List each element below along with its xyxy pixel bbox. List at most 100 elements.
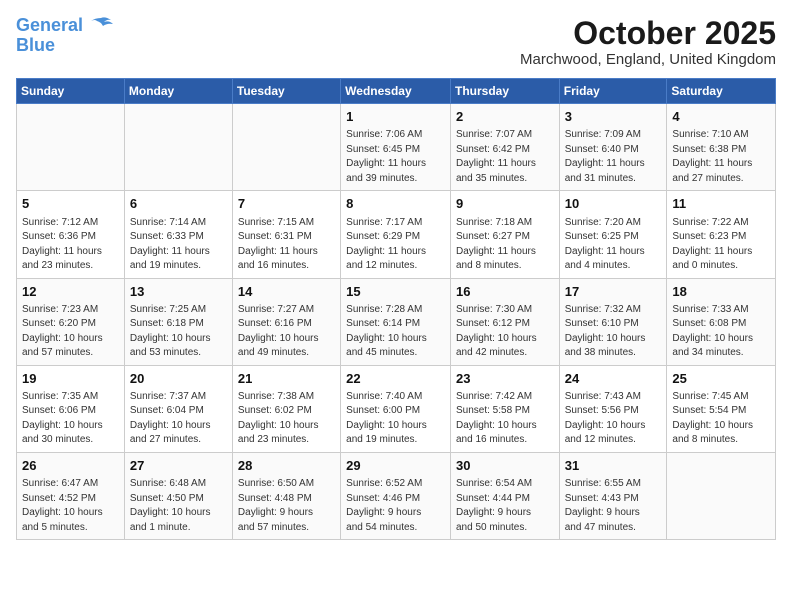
day-info: Sunrise: 7:15 AMSunset: 6:31 PMDaylight:… bbox=[238, 216, 335, 274]
calendar-cell: 4 Sunrise: 7:10 AMSunset: 6:38 PMDaylight… bbox=[667, 104, 776, 191]
calendar-cell: 18 Sunrise: 7:33 AMSunset: 6:08 PMDayligh… bbox=[667, 278, 776, 365]
day-info: Sunrise: 6:52 AMSunset: 4:46 PMDaylight:… bbox=[346, 477, 445, 535]
day-number: 5 bbox=[22, 195, 119, 213]
calendar-week-2: 5 Sunrise: 7:12 AMSunset: 6:36 PMDaylight… bbox=[17, 191, 776, 278]
day-number: 18 bbox=[672, 283, 770, 301]
calendar-week-5: 26Sunrise: 6:47 AMSunset: 4:52 PMDayligh… bbox=[17, 452, 776, 539]
day-info: Sunrise: 7:22 AMSunset: 6:23 PMDaylight:… bbox=[672, 216, 770, 274]
calendar-cell: 14 Sunrise: 7:27 AMSunset: 6:16 PMDayligh… bbox=[232, 278, 340, 365]
day-number: 28 bbox=[238, 457, 335, 475]
calendar-cell: 6Sunrise: 7:14 AMSunset: 6:33 PMDaylight… bbox=[124, 191, 232, 278]
day-number: 22 bbox=[346, 370, 445, 388]
day-info: Sunrise: 7:06 AMSunset: 6:45 PMDaylight:… bbox=[346, 128, 445, 186]
weekday-header-tuesday: Tuesday bbox=[232, 79, 340, 104]
calendar-cell: 29 Sunrise: 6:52 AMSunset: 4:46 PMDayligh… bbox=[341, 452, 451, 539]
location: Marchwood, England, United Kingdom bbox=[520, 51, 776, 68]
calendar-cell: 24 Sunrise: 7:43 AMSunset: 5:56 PMDayligh… bbox=[559, 365, 667, 452]
day-info: Sunrise: 6:47 AMSunset: 4:52 PMDaylight:… bbox=[22, 477, 119, 535]
calendar-cell: 31 Sunrise: 6:55 AMSunset: 4:43 PMDayligh… bbox=[559, 452, 667, 539]
calendar-cell: 30 Sunrise: 6:54 AMSunset: 4:44 PMDayligh… bbox=[450, 452, 559, 539]
day-number: 12 bbox=[22, 283, 119, 301]
day-number: 23 bbox=[456, 370, 554, 388]
calendar-cell: 15 Sunrise: 7:28 AMSunset: 6:14 PMDayligh… bbox=[341, 278, 451, 365]
day-info: Sunrise: 6:50 AMSunset: 4:48 PMDaylight:… bbox=[238, 477, 335, 535]
day-info: Sunrise: 6:54 AMSunset: 4:44 PMDaylight:… bbox=[456, 477, 554, 535]
day-info: Sunrise: 7:33 AMSunset: 6:08 PMDaylight:… bbox=[672, 303, 770, 361]
calendar-cell: 21 Sunrise: 7:38 AMSunset: 6:02 PMDayligh… bbox=[232, 365, 340, 452]
calendar-cell: 11 Sunrise: 7:22 AMSunset: 6:23 PMDayligh… bbox=[667, 191, 776, 278]
day-info: Sunrise: 7:20 AMSunset: 6:25 PMDaylight:… bbox=[565, 216, 662, 274]
day-info: Sunrise: 7:09 AMSunset: 6:40 PMDaylight:… bbox=[565, 128, 662, 186]
day-number: 1 bbox=[346, 108, 445, 126]
page: General Blue October 2025 Marchwood, Eng… bbox=[0, 0, 792, 612]
day-number: 24 bbox=[565, 370, 662, 388]
day-number: 2 bbox=[456, 108, 554, 126]
day-info: Sunrise: 7:27 AMSunset: 6:16 PMDaylight:… bbox=[238, 303, 335, 361]
calendar-cell: 10 Sunrise: 7:20 AMSunset: 6:25 PMDayligh… bbox=[559, 191, 667, 278]
calendar-cell: 7 Sunrise: 7:15 AMSunset: 6:31 PMDaylight… bbox=[232, 191, 340, 278]
calendar-cell: 22 Sunrise: 7:40 AMSunset: 6:00 PMDayligh… bbox=[341, 365, 451, 452]
month-title: October 2025 bbox=[520, 16, 776, 51]
day-info: Sunrise: 7:38 AMSunset: 6:02 PMDaylight:… bbox=[238, 390, 335, 448]
logo: General Blue bbox=[16, 16, 115, 56]
calendar-cell: 2 Sunrise: 7:07 AMSunset: 6:42 PMDaylight… bbox=[450, 104, 559, 191]
day-info: Sunrise: 7:12 AMSunset: 6:36 PMDaylight:… bbox=[22, 216, 119, 274]
day-number: 25 bbox=[672, 370, 770, 388]
day-number: 11 bbox=[672, 195, 770, 213]
day-number: 16 bbox=[456, 283, 554, 301]
day-info: Sunrise: 7:28 AMSunset: 6:14 PMDaylight:… bbox=[346, 303, 445, 361]
calendar-cell: 28 Sunrise: 6:50 AMSunset: 4:48 PMDayligh… bbox=[232, 452, 340, 539]
calendar-cell: 20Sunrise: 7:37 AMSunset: 6:04 PMDayligh… bbox=[124, 365, 232, 452]
logo-blue: Blue bbox=[16, 35, 55, 55]
calendar-cell: 3Sunrise: 7:09 AMSunset: 6:40 PMDaylight… bbox=[559, 104, 667, 191]
calendar-cell bbox=[667, 452, 776, 539]
calendar-cell: 16Sunrise: 7:30 AMSunset: 6:12 PMDayligh… bbox=[450, 278, 559, 365]
day-number: 9 bbox=[456, 195, 554, 213]
weekday-header-sunday: Sunday bbox=[17, 79, 125, 104]
day-info: Sunrise: 7:45 AMSunset: 5:54 PMDaylight:… bbox=[672, 390, 770, 448]
day-info: Sunrise: 7:10 AMSunset: 6:38 PMDaylight:… bbox=[672, 128, 770, 186]
calendar-cell bbox=[17, 104, 125, 191]
calendar-cell: 12 Sunrise: 7:23 AMSunset: 6:20 PMDayligh… bbox=[17, 278, 125, 365]
day-info: Sunrise: 7:07 AMSunset: 6:42 PMDaylight:… bbox=[456, 128, 554, 186]
day-number: 30 bbox=[456, 457, 554, 475]
day-number: 27 bbox=[130, 457, 227, 475]
day-info: Sunrise: 6:55 AMSunset: 4:43 PMDaylight:… bbox=[565, 477, 662, 535]
day-info: Sunrise: 7:18 AMSunset: 6:27 PMDaylight:… bbox=[456, 216, 554, 274]
day-info: Sunrise: 7:42 AMSunset: 5:58 PMDaylight:… bbox=[456, 390, 554, 448]
day-number: 15 bbox=[346, 283, 445, 301]
calendar-cell: 26Sunrise: 6:47 AMSunset: 4:52 PMDayligh… bbox=[17, 452, 125, 539]
day-number: 21 bbox=[238, 370, 335, 388]
calendar-week-4: 19 Sunrise: 7:35 AMSunset: 6:06 PMDayligh… bbox=[17, 365, 776, 452]
calendar-cell: 5 Sunrise: 7:12 AMSunset: 6:36 PMDaylight… bbox=[17, 191, 125, 278]
day-number: 31 bbox=[565, 457, 662, 475]
calendar-cell: 17Sunrise: 7:32 AMSunset: 6:10 PMDayligh… bbox=[559, 278, 667, 365]
logo-bird-icon bbox=[87, 16, 115, 38]
calendar-cell: 27Sunrise: 6:48 AMSunset: 4:50 PMDayligh… bbox=[124, 452, 232, 539]
day-info: Sunrise: 7:25 AMSunset: 6:18 PMDaylight:… bbox=[130, 303, 227, 361]
day-info: Sunrise: 7:35 AMSunset: 6:06 PMDaylight:… bbox=[22, 390, 119, 448]
calendar-cell: 25 Sunrise: 7:45 AMSunset: 5:54 PMDayligh… bbox=[667, 365, 776, 452]
header: General Blue October 2025 Marchwood, Eng… bbox=[16, 16, 776, 68]
title-block: October 2025 Marchwood, England, United … bbox=[520, 16, 776, 68]
day-number: 7 bbox=[238, 195, 335, 213]
logo-general: General bbox=[16, 15, 83, 35]
weekday-header-thursday: Thursday bbox=[450, 79, 559, 104]
day-info: Sunrise: 7:14 AMSunset: 6:33 PMDaylight:… bbox=[130, 216, 227, 274]
calendar-cell: 1 Sunrise: 7:06 AMSunset: 6:45 PMDaylight… bbox=[341, 104, 451, 191]
day-number: 19 bbox=[22, 370, 119, 388]
calendar-cell: 23 Sunrise: 7:42 AMSunset: 5:58 PMDayligh… bbox=[450, 365, 559, 452]
calendar-week-3: 12 Sunrise: 7:23 AMSunset: 6:20 PMDayligh… bbox=[17, 278, 776, 365]
day-info: Sunrise: 7:23 AMSunset: 6:20 PMDaylight:… bbox=[22, 303, 119, 361]
day-number: 4 bbox=[672, 108, 770, 126]
day-number: 10 bbox=[565, 195, 662, 213]
calendar-cell: 8Sunrise: 7:17 AMSunset: 6:29 PMDaylight… bbox=[341, 191, 451, 278]
weekday-header-row: SundayMondayTuesdayWednesdayThursdayFrid… bbox=[17, 79, 776, 104]
weekday-header-saturday: Saturday bbox=[667, 79, 776, 104]
day-info: Sunrise: 7:17 AMSunset: 6:29 PMDaylight:… bbox=[346, 216, 445, 274]
calendar-cell: 19 Sunrise: 7:35 AMSunset: 6:06 PMDayligh… bbox=[17, 365, 125, 452]
day-info: Sunrise: 7:40 AMSunset: 6:00 PMDaylight:… bbox=[346, 390, 445, 448]
day-number: 29 bbox=[346, 457, 445, 475]
day-number: 14 bbox=[238, 283, 335, 301]
day-info: Sunrise: 7:43 AMSunset: 5:56 PMDaylight:… bbox=[565, 390, 662, 448]
